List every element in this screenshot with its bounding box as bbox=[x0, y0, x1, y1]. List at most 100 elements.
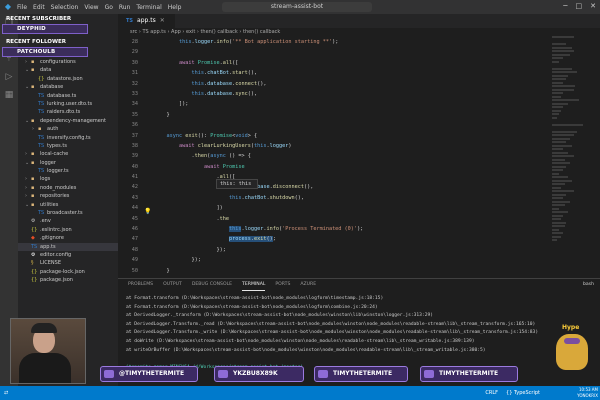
menu-terminal[interactable]: Terminal bbox=[136, 4, 161, 11]
recent-follower-banner: PATCHOULB bbox=[2, 47, 88, 57]
explorer-item-label: logger.ts bbox=[47, 168, 69, 175]
explorer-item[interactable]: › ▪ local-cache bbox=[18, 150, 118, 158]
maximize-icon[interactable]: □ bbox=[576, 2, 583, 10]
explorer-item[interactable]: ◆ .gitignore bbox=[18, 234, 118, 242]
minimap[interactable] bbox=[552, 36, 588, 266]
explorer-item[interactable]: ⚙ .env bbox=[18, 217, 118, 225]
close-icon[interactable]: ✕ bbox=[590, 2, 596, 10]
breadcrumb[interactable]: src › TS app.ts › App › exit › then() ca… bbox=[118, 28, 600, 36]
code-line[interactable]: 45 .the bbox=[118, 214, 600, 224]
menu-selection[interactable]: Selection bbox=[51, 4, 79, 11]
code-line[interactable]: 32 this.database.connect(), bbox=[118, 79, 600, 89]
tab-close-icon[interactable]: ✕ bbox=[160, 14, 165, 28]
status-bar: ⇄ CRLF {} TypeScript bbox=[0, 386, 600, 400]
panel-tab-ports[interactable]: PORTS bbox=[275, 279, 290, 291]
explorer-item-label: local-cache bbox=[40, 151, 69, 158]
explorer-item[interactable]: § LICENSE bbox=[18, 259, 118, 267]
code-line[interactable]: 36 bbox=[118, 120, 600, 130]
explorer-item[interactable]: TS broadcaster.ts bbox=[18, 209, 118, 217]
panel-tab-terminal[interactable]: TERMINAL bbox=[242, 279, 266, 291]
explorer-item-label: raiders.dto.ts bbox=[47, 109, 81, 116]
code-line[interactable]: 50 } bbox=[118, 266, 600, 276]
explorer-item[interactable]: TS raiders.dto.ts bbox=[18, 108, 118, 116]
panel-tab-debug-console[interactable]: DEBUG CONSOLE bbox=[192, 279, 232, 291]
panel-tab-problems[interactable]: PROBLEMS bbox=[128, 279, 153, 291]
menu-run[interactable]: Run bbox=[119, 4, 131, 11]
explorer-item[interactable]: ⚙ editor.config bbox=[18, 251, 118, 259]
code-text: await Promise bbox=[203, 163, 245, 170]
explorer-item[interactable]: › ▪ logs bbox=[18, 175, 118, 183]
tab-app-ts[interactable]: TS app.ts ✕ bbox=[118, 14, 175, 28]
lightbulb-icon[interactable]: 💡 bbox=[144, 208, 151, 215]
minimap-line bbox=[552, 36, 574, 38]
alert-item: TIMYTHETERMITE bbox=[314, 366, 408, 382]
code-line[interactable]: 40 await Promise bbox=[118, 162, 600, 172]
explorer-item[interactable]: {} package.json bbox=[18, 276, 118, 284]
minimap-line bbox=[552, 193, 567, 196]
code-line[interactable]: 35 } bbox=[118, 110, 600, 120]
explorer-item[interactable]: TS types.ts bbox=[18, 142, 118, 150]
alert-item: @TIMYTHETERMITE bbox=[100, 366, 198, 382]
explorer-item[interactable]: ⌄ ▪ data bbox=[18, 66, 118, 74]
clock-sub: YONOKRIX bbox=[577, 393, 598, 398]
code-line[interactable]: 37 async exit(): Promise<void> { bbox=[118, 131, 600, 141]
extensions-icon[interactable]: ▦ bbox=[0, 86, 18, 104]
minimize-icon[interactable]: ─ bbox=[563, 2, 567, 10]
run-debug-icon[interactable]: ▷ bbox=[0, 68, 18, 86]
code-line[interactable]: 43 this.chatBot.shutdown(), bbox=[118, 193, 600, 203]
code-line[interactable]: 31 this.chatBot.start(), bbox=[118, 68, 600, 78]
menu-view[interactable]: View bbox=[84, 4, 98, 11]
code-line[interactable]: 49 }); bbox=[118, 255, 600, 265]
terminal-shell-selector[interactable]: bash bbox=[583, 279, 594, 291]
code-line[interactable]: 41 .all([ bbox=[118, 172, 600, 182]
code-line[interactable]: 34 ]); bbox=[118, 99, 600, 109]
code-line[interactable]: 47 process.exit(); bbox=[118, 234, 600, 244]
explorer-item[interactable]: › ▪ node_modules bbox=[18, 184, 118, 192]
explorer-item[interactable]: ⌄ ▪ logger bbox=[18, 159, 118, 167]
minimap-line bbox=[552, 218, 561, 220]
code-line[interactable]: 28 this.logger.info('** Bot application … bbox=[118, 37, 600, 47]
remote-indicator-icon[interactable]: ⇄ bbox=[4, 386, 8, 400]
explorer-item[interactable]: {} datastore.json bbox=[18, 75, 118, 83]
status-language[interactable]: {} TypeScript bbox=[506, 386, 540, 400]
code-editor[interactable]: 28 this.logger.info('** Bot application … bbox=[118, 36, 600, 318]
code-line[interactable]: 44 ]) bbox=[118, 203, 600, 213]
explorer-item[interactable]: › ▪ auth bbox=[18, 125, 118, 133]
explorer-item-label: inversify.config.ts bbox=[47, 134, 91, 141]
explorer-item[interactable]: TS lurking.user.dto.ts bbox=[18, 100, 118, 108]
panel-tab-azure[interactable]: AZURE bbox=[300, 279, 316, 291]
folder-icon: ▪ bbox=[38, 126, 42, 133]
code-line[interactable]: 29 bbox=[118, 47, 600, 57]
explorer-item[interactable]: ⌄ ▪ utilities bbox=[18, 201, 118, 209]
command-search-box[interactable]: stream-assist-bot bbox=[222, 2, 372, 12]
panel-tab-output[interactable]: OUTPUT bbox=[163, 279, 182, 291]
explorer-item[interactable]: › ▪ repositories bbox=[18, 192, 118, 200]
minimap-line bbox=[552, 232, 563, 234]
code-line[interactable]: 48 }); bbox=[118, 245, 600, 255]
explorer-item-label: database bbox=[40, 84, 64, 91]
explorer-item[interactable]: {} .eslintrc.json bbox=[18, 226, 118, 234]
menu-edit[interactable]: Edit bbox=[33, 4, 45, 11]
code-text: } bbox=[154, 267, 170, 274]
code-line[interactable]: 33 this.database.sync(), bbox=[118, 89, 600, 99]
code-line[interactable]: 46 this.logger.info('Process Terminated … bbox=[118, 224, 600, 234]
minimap-line bbox=[552, 162, 570, 164]
explorer-item[interactable]: TS app.ts bbox=[18, 242, 118, 251]
code-line[interactable]: 30 await Promise.all([ bbox=[118, 58, 600, 68]
explorer-item[interactable]: TS inversify.config.ts bbox=[18, 134, 118, 142]
menu-file[interactable]: File bbox=[17, 4, 27, 11]
minimap-line bbox=[552, 200, 570, 203]
menu-go[interactable]: Go bbox=[105, 4, 113, 11]
code-line[interactable]: 39 .then(async () => { bbox=[118, 151, 600, 161]
explorer-item[interactable]: ⌄ ▪ database bbox=[18, 83, 118, 91]
cfg-file-icon: ⚙ bbox=[31, 251, 36, 258]
menu-help[interactable]: Help bbox=[168, 4, 182, 11]
code-line[interactable]: 42 this.database.disconnect(), bbox=[118, 182, 600, 192]
status-eol[interactable]: CRLF bbox=[485, 386, 498, 400]
explorer-item[interactable]: TS logger.ts bbox=[18, 167, 118, 175]
explorer-item[interactable]: {} package-lock.json bbox=[18, 268, 118, 276]
explorer-item[interactable]: TS database.ts bbox=[18, 92, 118, 100]
minimap-line bbox=[552, 60, 560, 63]
code-line[interactable]: 38 await clearLurkingUsers(this.logger) bbox=[118, 141, 600, 151]
explorer-item[interactable]: ⌄ ▪ dependency-management bbox=[18, 117, 118, 125]
